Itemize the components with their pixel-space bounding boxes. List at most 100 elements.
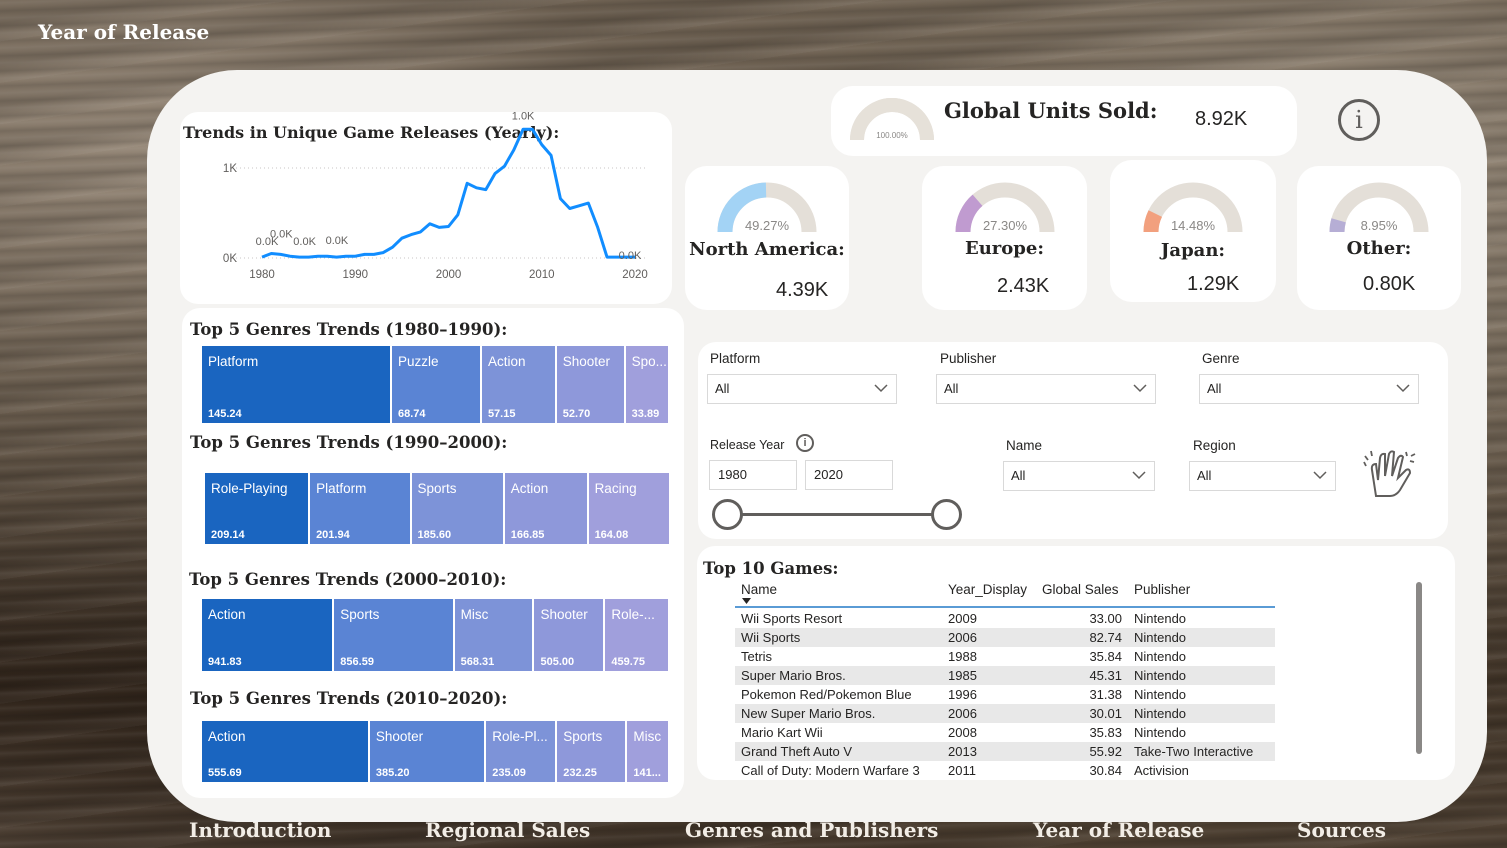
treemap-tile[interactable]: Sports 856.59 [334, 599, 455, 671]
treemap-tile-value: 232.25 [563, 767, 597, 779]
cell-year: 2006 [948, 706, 977, 721]
release-year-slider-end-handle[interactable] [931, 499, 962, 530]
treemap-tile[interactable]: Role-Pl... 235.09 [486, 721, 558, 782]
gauge-percent: 100.00% [876, 131, 908, 140]
treemap-tile[interactable]: Action 166.85 [504, 473, 589, 544]
region-gauge: 8.95% [1329, 182, 1429, 233]
table-row[interactable]: Wii Sports 2006 82.74 Nintendo [735, 628, 1275, 647]
treemap-tile[interactable]: Role-... 459.75 [605, 599, 670, 671]
treemap-tile-label: Sports [340, 607, 380, 622]
region-value: 1.29K [1187, 273, 1240, 295]
platform-dropdown[interactable]: All [707, 374, 897, 404]
treemap-tile-label: Puzzle [398, 354, 439, 369]
column-header-year[interactable]: Year_Display [948, 582, 1027, 597]
treemap-tile[interactable]: Role-Playing 209.14 [205, 473, 311, 544]
gauge-fill [1329, 218, 1346, 233]
treemap-tile-label: Misc [460, 607, 489, 622]
chevron-down-icon [1133, 384, 1147, 393]
column-header-global-sales[interactable]: Global Sales [1042, 582, 1119, 597]
table-row[interactable]: Super Mario Bros. 1985 45.31 Nintendo [735, 666, 1275, 685]
cell-name: New Super Mario Bros. [741, 706, 876, 721]
genre-treemap[interactable]: Action 941.83 Sports 856.59 Misc 568.31 Shoote… [202, 599, 670, 671]
table-row[interactable]: Grand Theft Auto V 2013 55.92 Take-Two Inte… [735, 742, 1275, 761]
region-value: All [1197, 468, 1212, 483]
cell-publisher: Nintendo [1134, 706, 1187, 721]
region-gauge: 14.48% [1143, 182, 1243, 233]
platform-label: Platform [710, 351, 761, 366]
table-row[interactable]: New Super Mario Bros. 2006 30.01 Nintendo [735, 704, 1275, 723]
treemap-tile-label: Racing [594, 481, 637, 496]
column-header-publisher[interactable]: Publisher [1134, 582, 1190, 597]
treemap-tile-value: 555.69 [208, 767, 242, 779]
region-gauge: 27.30% [955, 182, 1054, 233]
chevron-down-icon [1313, 471, 1327, 480]
info-icon[interactable]: i [1338, 99, 1380, 141]
clear-filters-icon[interactable] [1362, 446, 1418, 500]
nav-genres-and-publishers[interactable]: Genres and Publishers [685, 818, 938, 842]
nav-introduction[interactable]: Introduction [189, 818, 331, 842]
release-year-start-input[interactable]: 1980 [709, 460, 797, 490]
treemap-tile[interactable]: Action 555.69 [202, 721, 370, 782]
treemap-tile[interactable]: Sports 232.25 [557, 721, 628, 782]
treemap-tile-value: 33.89 [631, 408, 660, 420]
treemap-tile[interactable]: Racing 164.08 [588, 473, 671, 544]
treemap-tile-label: Spo... [631, 354, 667, 369]
table-row[interactable]: Mario Kart Wii 2008 35.83 Nintendo [735, 723, 1275, 742]
genre-treemap[interactable]: Platform 145.24 Puzzle 68.74 Action 57.15 Shoo… [202, 346, 670, 423]
release-year-end-input[interactable]: 2020 [805, 460, 893, 490]
treemap-tile[interactable]: Puzzle 68.74 [392, 346, 482, 423]
cell-year: 1985 [948, 668, 977, 683]
nav-sources[interactable]: Sources [1297, 818, 1386, 842]
column-header-name[interactable]: Name [741, 582, 777, 597]
treemap-tile[interactable]: Sports 185.60 [411, 473, 505, 544]
name-dropdown[interactable]: All [1003, 461, 1155, 491]
nav-year-of-release[interactable]: Year of Release [1033, 818, 1204, 842]
region-dropdown[interactable]: All [1189, 461, 1336, 491]
table-row[interactable]: Tetris 1988 35.84 Nintendo [735, 647, 1275, 666]
release-year-slider-track[interactable] [728, 513, 946, 516]
release-year-info-icon[interactable]: i [796, 434, 814, 452]
treemap-tile[interactable]: Shooter 52.70 [556, 346, 626, 423]
treemap-tile[interactable]: Misc 141... [627, 721, 670, 782]
genre-treemap[interactable]: Action 555.69 Shooter 385.20 Role-Pl... 235.0… [202, 721, 670, 782]
cell-name: Grand Theft Auto V [741, 744, 853, 759]
table-scrollbar[interactable] [1416, 582, 1422, 754]
cell-name: Pokemon Red/Pokemon Blue [741, 687, 912, 702]
gauge-percent: 27.30% [982, 218, 1027, 233]
info-glyph: i [1355, 106, 1363, 134]
table-row[interactable]: Pokemon Red/Pokemon Blue 1996 31.38 Nintend… [735, 685, 1275, 704]
publisher-dropdown[interactable]: All [936, 374, 1156, 404]
genre-dropdown[interactable]: All [1199, 374, 1419, 404]
cell-global-sales: 55.92 [1089, 744, 1122, 759]
treemap-title: Top 5 Genres Trends (2000–2010): [189, 570, 507, 589]
cell-publisher: Nintendo [1134, 611, 1187, 626]
chevron-down-icon [1132, 471, 1146, 480]
genre-treemap[interactable]: Role-Playing 209.14 Platform 201.94 Sports 18… [205, 473, 671, 544]
x-tick-label: 2010 [529, 269, 555, 281]
treemap-tile[interactable]: Misc 568.31 [454, 599, 535, 671]
treemap-tile[interactable]: Spo... 33.89 [625, 346, 670, 423]
sort-desc-icon[interactable] [742, 598, 751, 604]
cell-name: Super Mario Bros. [741, 668, 846, 683]
treemap-tile[interactable]: Action 57.15 [481, 346, 557, 423]
header-divider [735, 606, 1275, 608]
treemap-tile[interactable]: Platform 145.24 [202, 346, 392, 423]
cell-global-sales: 30.84 [1089, 763, 1122, 778]
treemap-tile[interactable]: Action 941.83 [202, 599, 335, 671]
treemap-tile[interactable]: Platform 201.94 [310, 473, 412, 544]
cell-year: 2011 [948, 763, 976, 778]
line-chart[interactable]: 0K1K1980 1990 2000 2010 20200.0K0.0K0.0K 0.0K… [180, 112, 672, 304]
series-line[interactable] [261, 127, 635, 259]
nav-regional-sales[interactable]: Regional Sales [425, 818, 590, 842]
treemap-tile[interactable]: Shooter 385.20 [369, 721, 487, 782]
name-value: All [1011, 468, 1026, 483]
release-year-slider-start-handle[interactable] [712, 499, 743, 530]
table-row[interactable]: Wii Sports Resort 2009 33.00 Nintendo [735, 609, 1275, 628]
x-tick-label: 1990 [342, 269, 368, 281]
treemap-tile[interactable]: Shooter 505.00 [534, 599, 606, 671]
y-tick-label: 0K [223, 253, 237, 265]
genre-value: All [1207, 381, 1222, 396]
global-units-card: 100.00% Global Units Sold: 8.92K [831, 86, 1297, 156]
treemap-title: Top 5 Genres Trends (2010–2020): [190, 689, 508, 708]
table-row[interactable]: Call of Duty: Modern Warfare 3 2011 30.84 A… [735, 761, 1275, 780]
